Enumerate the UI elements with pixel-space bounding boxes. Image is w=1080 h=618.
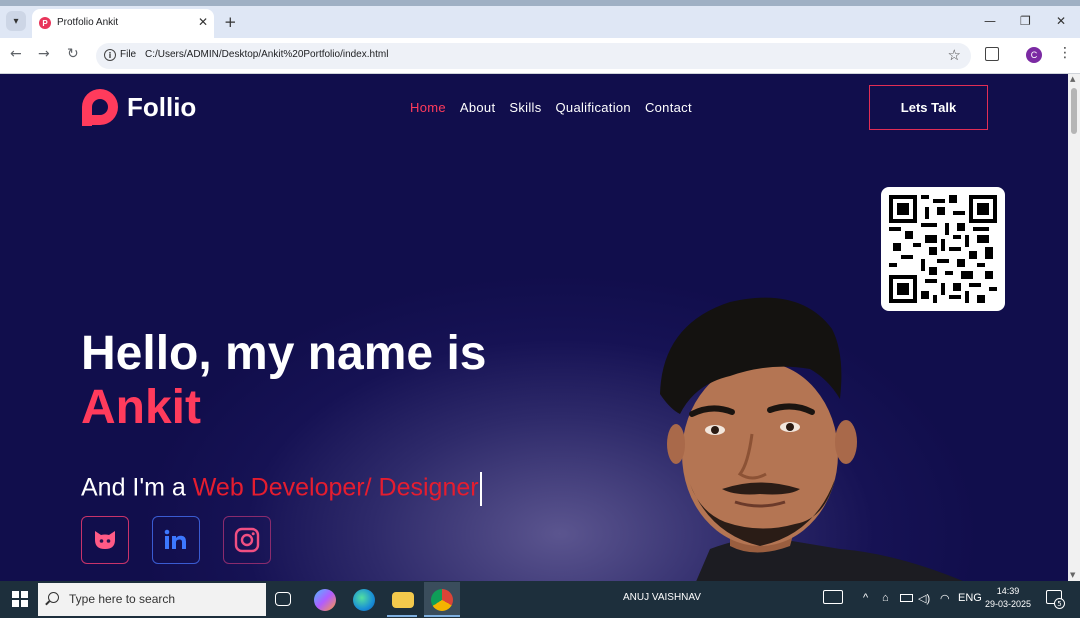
- site-info-icon[interactable]: i: [104, 49, 116, 61]
- taskbar-search[interactable]: Type here to search: [38, 583, 266, 616]
- task-view-icon[interactable]: [275, 592, 291, 606]
- explorer-active-indicator: [387, 615, 417, 617]
- tray-chevron-icon[interactable]: ^: [863, 592, 868, 604]
- new-tab-button[interactable]: +: [224, 13, 237, 31]
- main-nav: Home About Skills Qualification Contact: [410, 100, 692, 115]
- github-icon: [95, 531, 115, 549]
- widget-icon[interactable]: [823, 590, 843, 604]
- file-scheme-label: File: [120, 49, 137, 60]
- forward-arrow-icon[interactable]: →: [38, 46, 50, 62]
- volume-icon[interactable]: ◁): [918, 592, 930, 605]
- nav-skills[interactable]: Skills: [509, 100, 541, 115]
- scroll-down-icon[interactable]: ▼: [1070, 571, 1075, 579]
- instagram-button[interactable]: [223, 516, 271, 564]
- nav-about[interactable]: About: [460, 100, 495, 115]
- windows-start-icon[interactable]: [12, 591, 28, 607]
- notification-count: 5: [1054, 598, 1065, 609]
- back-arrow-icon[interactable]: ←: [10, 46, 22, 62]
- linkedin-button[interactable]: [152, 516, 200, 564]
- window-close-button[interactable]: ✕: [1056, 14, 1066, 28]
- file-explorer-icon[interactable]: [392, 592, 414, 608]
- typing-caret: [479, 472, 482, 506]
- instagram-icon: [234, 527, 260, 553]
- clock-time: 14:39: [996, 586, 1020, 596]
- tab-search-button[interactable]: ▾: [6, 11, 26, 31]
- copilot-icon[interactable]: [314, 589, 336, 611]
- meet-now-icon[interactable]: ⌂: [882, 592, 889, 604]
- tab-favicon-icon: P: [39, 17, 51, 29]
- logo-mark-icon[interactable]: [80, 88, 120, 128]
- language-indicator[interactable]: ENG: [958, 592, 982, 604]
- taskbar-user-label: ANUJ VAISHNAV: [623, 592, 701, 603]
- reload-icon[interactable]: ↻: [67, 46, 79, 62]
- hero-heading: Hello, my name is: [81, 327, 487, 380]
- page-scrollbar[interactable]: ▲ ▼: [1068, 74, 1080, 581]
- profile-portrait: [660, 297, 963, 581]
- browser-toolbar: ← → ↻ i File C:/Users/ADMIN/Desktop/Anki…: [0, 38, 1080, 74]
- role-prefix: And I'm a: [81, 473, 193, 502]
- page-viewport: Follio Home About Skills Qualification C…: [0, 74, 1068, 581]
- scroll-up-icon[interactable]: ▲: [1070, 75, 1075, 83]
- chrome-active-indicator: [424, 615, 460, 617]
- search-icon: [48, 592, 59, 603]
- taskbar-clock[interactable]: 14:39 29-03-2025: [985, 585, 1031, 611]
- address-bar[interactable]: i File C:/Users/ADMIN/Desktop/Ankit%20Po…: [96, 43, 971, 69]
- github-button[interactable]: [81, 516, 129, 564]
- hero-name: Ankit: [81, 381, 201, 434]
- chrome-icon: [431, 589, 453, 611]
- browser-tab-bar: ▾ P Protfolio Ankit ✕ + — ❐ ✕: [0, 6, 1080, 38]
- url-text[interactable]: C:/Users/ADMIN/Desktop/Ankit%20Portfolio…: [145, 49, 388, 60]
- logo-text[interactable]: Follio: [127, 92, 196, 123]
- browser-tab[interactable]: P Protfolio Ankit ✕: [32, 9, 214, 38]
- scroll-thumb[interactable]: [1071, 88, 1077, 134]
- restore-button[interactable]: ❐: [1020, 14, 1031, 28]
- minimize-button[interactable]: —: [984, 14, 996, 28]
- tab-close-icon[interactable]: ✕: [198, 15, 208, 29]
- role-highlight: Web Developer/ Designer: [192, 473, 479, 502]
- tab-title: Protfolio Ankit: [57, 17, 119, 28]
- battery-icon[interactable]: [900, 594, 913, 602]
- clock-date: 29-03-2025: [985, 599, 1032, 609]
- edge-icon[interactable]: [353, 589, 375, 611]
- nav-qualification[interactable]: Qualification: [556, 100, 631, 115]
- browser-menu-icon[interactable]: ⋮: [1058, 45, 1072, 61]
- nav-contact[interactable]: Contact: [645, 100, 692, 115]
- nav-home[interactable]: Home: [410, 100, 446, 115]
- taskbar-search-placeholder: Type here to search: [69, 592, 176, 606]
- windows-taskbar: Type here to search ANUJ VAISHNAV ^ ⌂ ◁)…: [0, 581, 1080, 618]
- profile-avatar[interactable]: C: [1026, 47, 1042, 63]
- linkedin-icon: [164, 529, 186, 549]
- wifi-icon[interactable]: ◠: [940, 592, 950, 605]
- bookmark-star-icon[interactable]: ☆: [948, 46, 961, 64]
- hero-role: And I'm a Web Developer/ Designer: [81, 472, 482, 506]
- lets-talk-button[interactable]: Lets Talk: [869, 85, 988, 130]
- extensions-icon[interactable]: [985, 47, 999, 61]
